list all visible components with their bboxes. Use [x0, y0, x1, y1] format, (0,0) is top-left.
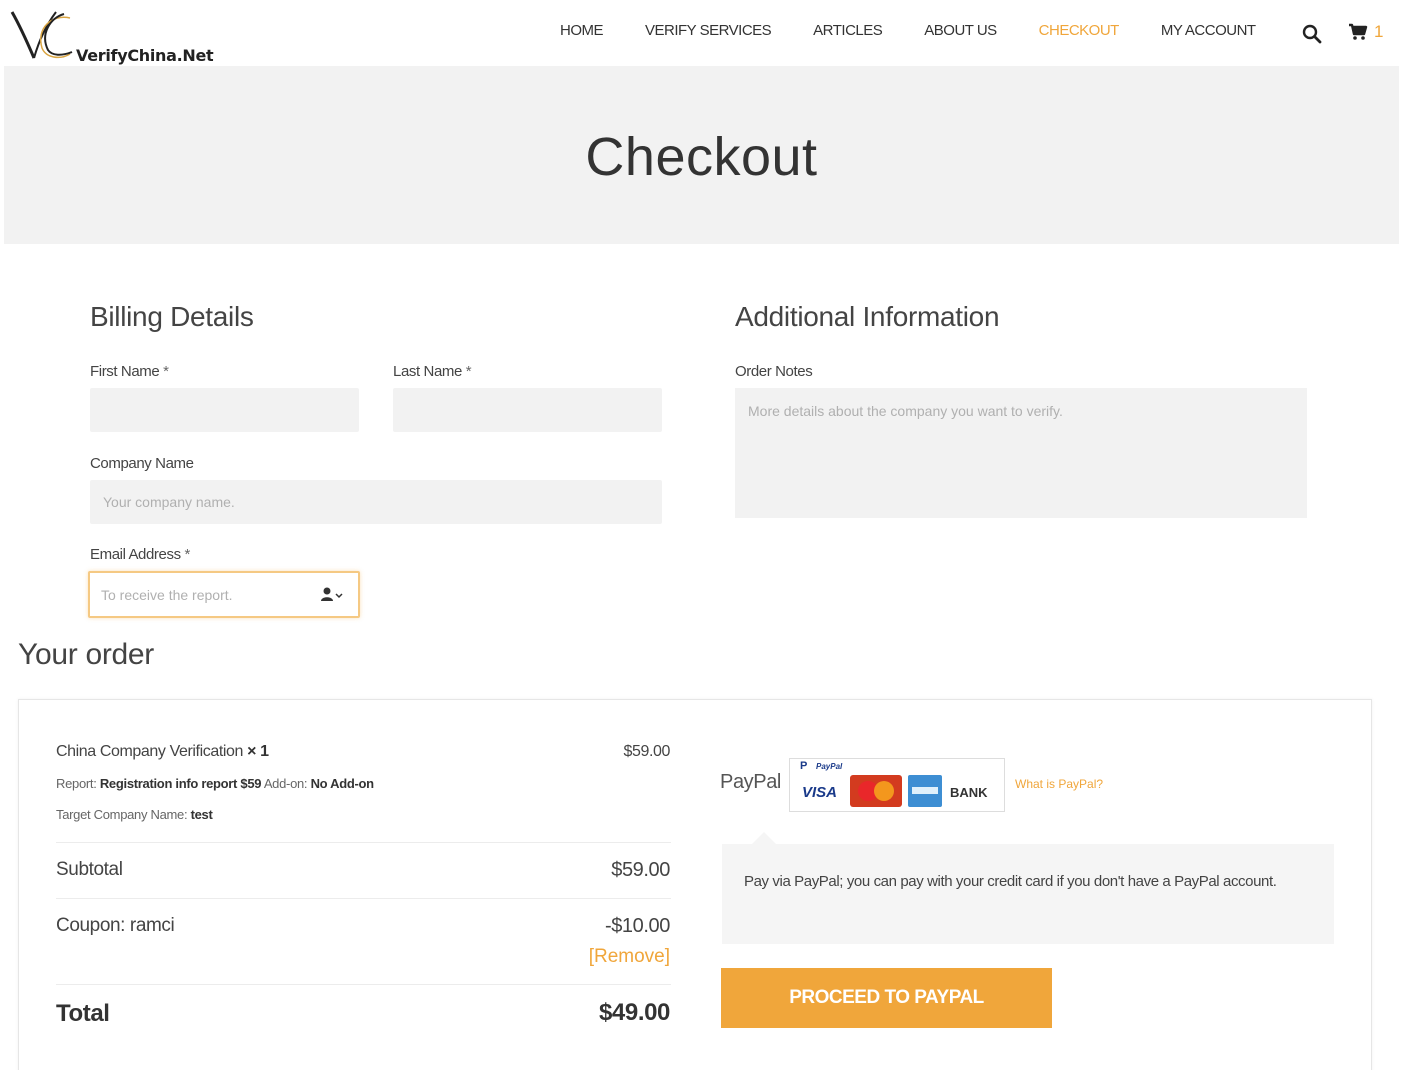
report-value: Registration info report $59: [99, 776, 262, 791]
total-value: $49.00: [598, 999, 670, 1026]
subtotal-label: Subtotal: [56, 859, 123, 880]
nav-checkout[interactable]: CHECKOUT: [1039, 22, 1120, 39]
paypal-acceptance-mark: P PayPal VISA BANK: [789, 758, 1005, 812]
nav-articles[interactable]: ARTICLES: [813, 22, 883, 39]
site-logo[interactable]: VerifyChina.Net: [8, 4, 228, 66]
last-name-label-text: Last Name: [393, 363, 462, 380]
nav-verify-services[interactable]: VERIFY SERVICES: [645, 22, 772, 39]
nav-about-us[interactable]: ABOUT US: [924, 22, 997, 39]
proceed-to-paypal-button[interactable]: PROCEED TO PAYPAL: [721, 968, 1052, 1028]
row-divider: [56, 842, 671, 843]
company-name-label: Company Name: [90, 455, 194, 472]
order-item-report-meta: Report: Registration info report $59 Add…: [56, 776, 374, 791]
main-nav: HOME VERIFY SERVICES ARTICLES ABOUT US C…: [560, 22, 1298, 39]
your-order-title: Your order: [18, 638, 154, 671]
required-marker: *: [465, 363, 472, 380]
billing-title: Billing Details: [90, 301, 254, 332]
order-notes-label: Order Notes: [735, 363, 813, 380]
target-label: Target Company Name:: [56, 807, 188, 822]
first-name-input[interactable]: [90, 388, 359, 432]
remove-coupon-link[interactable]: [Remove]: [589, 946, 670, 968]
report-label: Report:: [56, 776, 97, 791]
first-name-label-text: First Name: [90, 363, 160, 380]
search-icon[interactable]: [1302, 24, 1322, 44]
nav-home[interactable]: HOME: [560, 22, 604, 39]
last-name-input[interactable]: [393, 388, 662, 432]
subtotal-value: $59.00: [611, 859, 670, 881]
row-divider: [56, 984, 671, 985]
product-name-text: China Company Verification: [56, 743, 244, 760]
logo-mark-icon: [10, 11, 73, 59]
coupon-value: -$10.00: [604, 915, 670, 937]
first-name-label: First Name *: [90, 363, 169, 380]
card-logos-icon: P PayPal VISA BANK: [796, 760, 988, 807]
bank-badge: BANK: [950, 785, 988, 800]
page-title: Checkout: [585, 127, 818, 187]
company-name-input[interactable]: [90, 480, 662, 524]
nav-my-account[interactable]: MY ACCOUNT: [1161, 22, 1256, 39]
logo-text: VerifyChina.Net: [76, 46, 214, 65]
email-label: Email Address *: [90, 546, 190, 563]
paypal-badge-text: PayPal: [816, 762, 843, 771]
paypal-badge-mark-icon: P: [800, 760, 807, 772]
last-name-label: Last Name *: [393, 363, 472, 380]
row-divider: [56, 898, 671, 899]
order-notes-textarea[interactable]: [735, 388, 1307, 518]
payment-description: Pay via PayPal; you can pay with your cr…: [722, 832, 1334, 944]
order-item-target-meta: Target Company Name: test: [56, 807, 213, 822]
target-value: test: [190, 807, 213, 822]
coupon-label: Coupon: ramci: [56, 915, 175, 936]
contact-autofill-icon[interactable]: [319, 586, 345, 604]
visa-badge: VISA: [802, 784, 837, 801]
email-label-text: Email Address: [90, 546, 181, 563]
required-marker: *: [184, 546, 190, 563]
product-quantity: × 1: [247, 743, 269, 760]
page-hero: Checkout: [4, 66, 1399, 244]
addon-label: Add-on:: [263, 776, 308, 791]
site-header: VerifyChina.Net HOME VERIFY SERVICES ART…: [0, 0, 1413, 66]
cart-count: 1: [1374, 22, 1384, 41]
order-item-price: $59.00: [623, 743, 670, 760]
additional-info-title: Additional Information: [735, 301, 1000, 332]
cart-icon: [1349, 23, 1368, 40]
cart-link[interactable]: 1: [1348, 22, 1383, 42]
order-item-name: China Company Verification × 1: [56, 743, 269, 761]
required-marker: *: [163, 363, 169, 380]
addon-value: No Add-on: [310, 776, 375, 791]
total-label: Total: [56, 1000, 110, 1027]
what-is-paypal-link[interactable]: What is PayPal?: [1015, 777, 1103, 791]
payment-method-label[interactable]: PayPal: [720, 771, 781, 794]
